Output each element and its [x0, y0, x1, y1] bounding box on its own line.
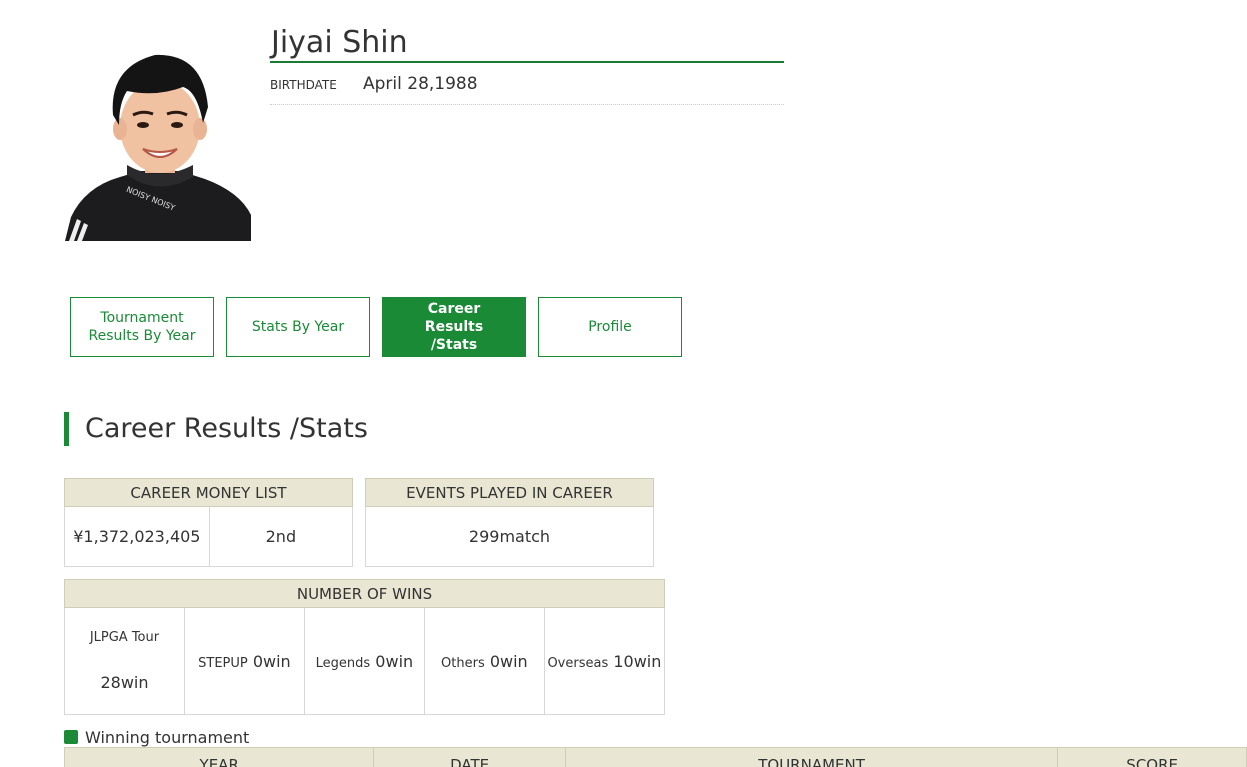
wins-stepup-label: STEPUP — [198, 655, 248, 671]
events-played-table: EVENTS PLAYED IN CAREER 299match — [365, 478, 654, 567]
tab-label-line2: /Stats — [430, 337, 478, 353]
career-money-amount: ¥1,372,023,405 — [64, 506, 210, 567]
number-of-wins-header: NUMBER OF WINS — [64, 579, 665, 608]
winning-tournament-label: Winning tournament — [85, 727, 250, 747]
col-header-score: SCORE — [1057, 747, 1247, 767]
wins-others-cell: Others 0win — [423, 607, 545, 715]
wins-legends-label: Legends — [315, 655, 371, 671]
birthdate-label: BIRTHDATE — [270, 78, 337, 92]
tab-label-line2: Results By Year — [88, 328, 196, 344]
section-title: Career Results /Stats — [64, 412, 368, 446]
events-played-header: EVENTS PLAYED IN CAREER — [365, 478, 654, 507]
col-header-year: YEAR — [63, 747, 375, 767]
career-money-rank: 2nd — [208, 506, 354, 567]
wins-jlpga-cell: JLPGA Tour 28win — [64, 607, 185, 715]
number-of-wins-table: NUMBER OF WINS JLPGA Tour 28win STEPUP 0… — [64, 579, 666, 715]
events-played-value: 299match — [365, 506, 654, 567]
wins-jlpga-value: 28win — [100, 673, 149, 692]
birthdate-value: April 28,1988 — [363, 73, 478, 94]
green-square-icon — [64, 730, 78, 744]
winning-tournament-table: YEAR DATE TOURNAMENT SCORE — [63, 747, 1247, 767]
col-header-date: DATE — [373, 747, 566, 767]
wins-stepup-value: 0win — [252, 651, 291, 671]
player-name: Jiyai Shin — [270, 24, 784, 63]
tab-label-line1: Stats By Year — [251, 319, 345, 335]
tab-stats-by-year[interactable]: Stats By Year — [226, 297, 370, 357]
tab-tournament-results-by-year[interactable]: Tournament Results By Year — [70, 297, 214, 357]
wins-overseas-value: 10win — [613, 651, 662, 671]
player-portrait-image: NOISY NOISY — [65, 47, 251, 241]
col-header-tournament: TOURNAMENT — [564, 747, 1059, 767]
birthdate-row: BIRTHDATE April 28,1988 — [270, 63, 784, 105]
player-info: Jiyai Shin BIRTHDATE April 28,1988 — [270, 24, 784, 105]
wins-legends-cell: Legends 0win — [303, 607, 425, 715]
wins-overseas-cell: Overseas 10win — [543, 607, 666, 715]
winning-tournament-legend: Winning tournament — [64, 727, 249, 747]
wins-legends-value: 0win — [375, 651, 414, 671]
tab-profile[interactable]: Profile — [538, 297, 682, 357]
wins-overseas-label: Overseas — [547, 655, 609, 671]
career-money-header: CAREER MONEY LIST — [64, 478, 353, 507]
career-money-table: CAREER MONEY LIST ¥1,372,023,405 2nd — [64, 478, 354, 567]
wins-others-label: Others — [441, 655, 485, 671]
wins-others-value: 0win — [489, 651, 528, 671]
tab-career-results-stats[interactable]: Career Results/Stats — [382, 297, 526, 357]
wins-jlpga-label: JLPGA Tour — [89, 630, 160, 645]
tab-label-line1: Career Results — [424, 301, 484, 335]
tab-label-line1: Tournament — [100, 310, 184, 326]
wins-stepup-cell: STEPUP 0win — [183, 607, 305, 715]
tab-label-line1: Profile — [588, 319, 632, 335]
player-page: NOISY NOISY Jiyai Shin BIRTHDATE April 2… — [0, 0, 1247, 767]
player-photo: NOISY NOISY — [65, 47, 251, 241]
